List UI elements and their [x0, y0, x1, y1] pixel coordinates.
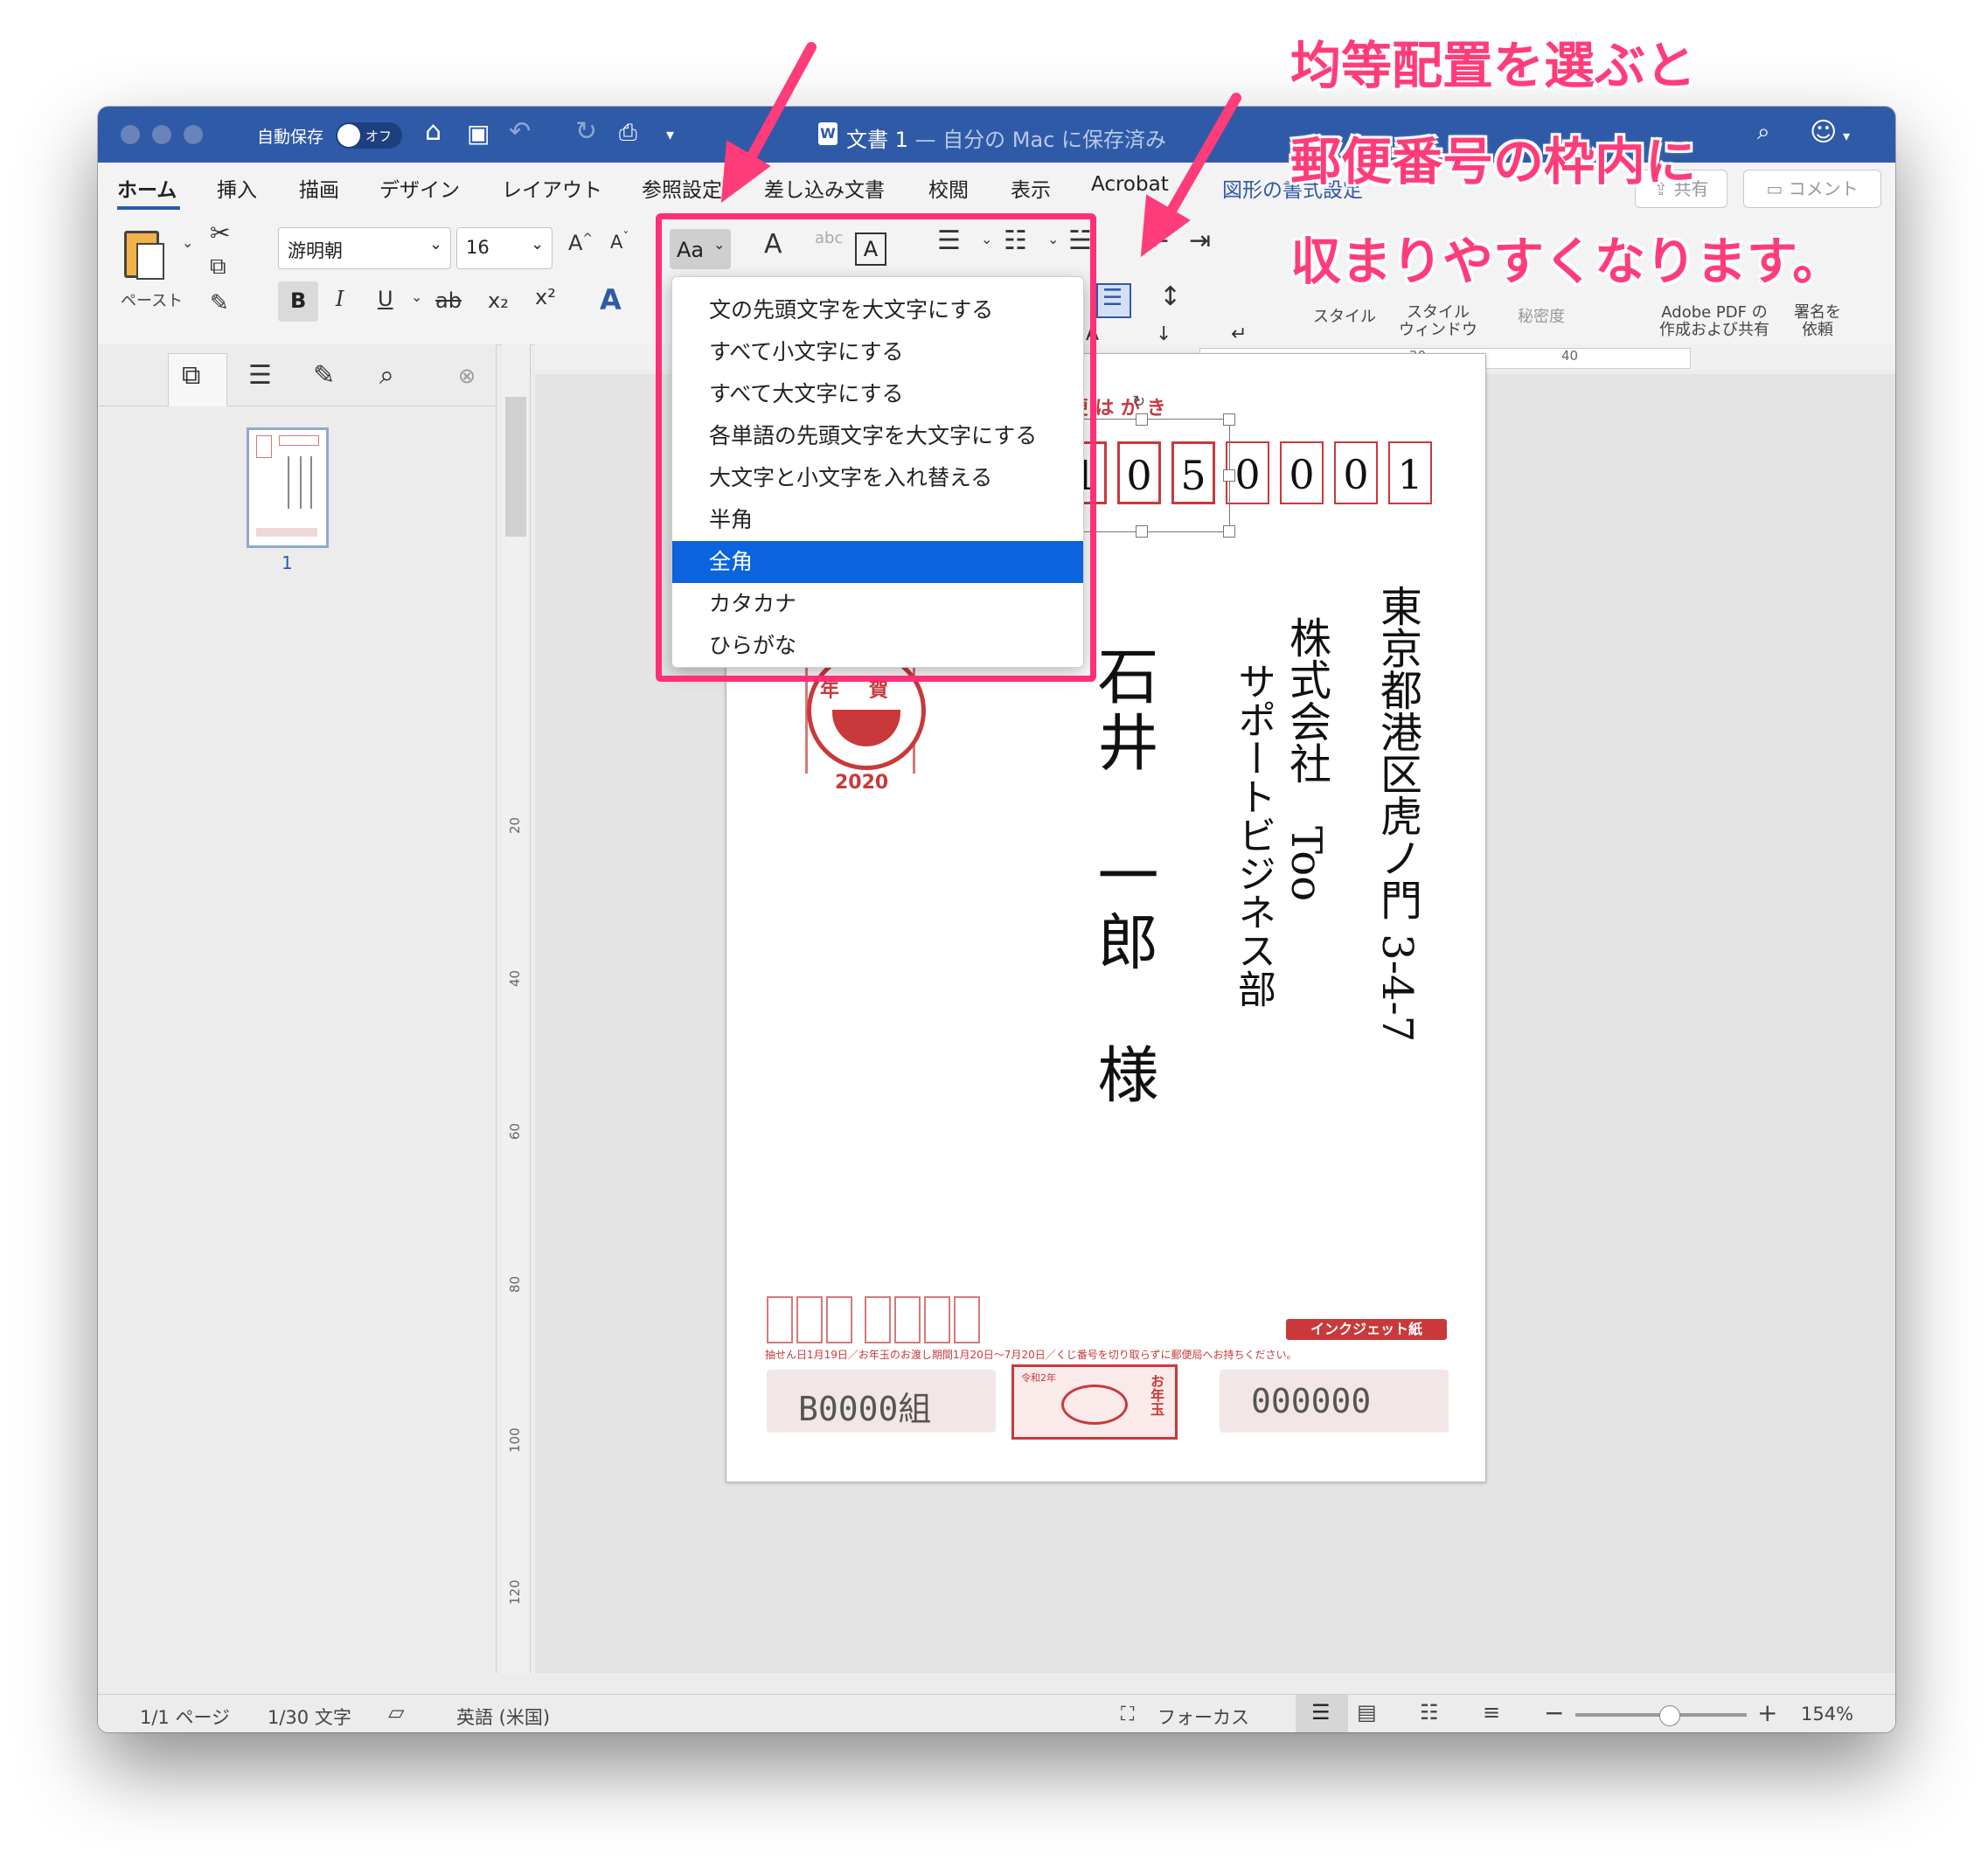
- arrow-to-case-button: [743, 42, 817, 168]
- annotation-line-2: 郵便番号の枠内に: [1290, 132, 1697, 191]
- annotation-line-3: 収まりやすくなります。: [1290, 232, 1844, 291]
- annotation-line-1: 均等配置を選ぶと: [1290, 36, 1697, 95]
- arrowhead: [720, 140, 771, 204]
- arrow-to-distributed-button: [1163, 93, 1241, 222]
- arrowhead: [1140, 194, 1191, 258]
